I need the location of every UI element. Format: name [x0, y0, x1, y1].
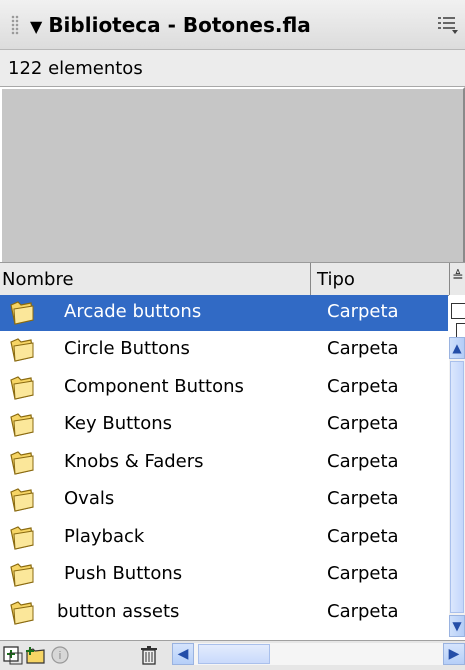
- item-type: Carpeta: [327, 413, 399, 434]
- column-name-label: Nombre: [2, 269, 74, 290]
- drag-grip-icon[interactable]: [11, 15, 19, 35]
- list-item[interactable]: Ovals Carpeta: [0, 482, 448, 518]
- new-folder-icon[interactable]: [24, 644, 46, 666]
- vertical-scroll-thumb[interactable]: [450, 361, 464, 613]
- folder-icon: [10, 451, 34, 475]
- item-name: Ovals: [64, 488, 115, 509]
- item-type: Carpeta: [327, 601, 399, 622]
- horizontal-scrollbar[interactable]: ◀ ▶: [172, 641, 465, 667]
- column-type-label: Tipo: [317, 269, 355, 290]
- folder-icon: [10, 488, 34, 512]
- column-header: Nombre Tipo ≜: [0, 262, 465, 296]
- list-item[interactable]: Playback Carpeta: [0, 520, 448, 556]
- item-type: Carpeta: [327, 338, 399, 359]
- folder-icon: [10, 376, 34, 400]
- list-item[interactable]: button assets Carpeta: [0, 595, 448, 631]
- item-name: Component Buttons: [64, 376, 244, 397]
- list-item[interactable]: Circle Buttons Carpeta: [0, 332, 448, 368]
- list-item[interactable]: Knobs & Faders Carpeta: [0, 445, 448, 481]
- panel-titlebar[interactable]: ▼ Biblioteca - Botones.fla: [0, 0, 465, 50]
- scroll-up-icon[interactable]: ▲: [449, 337, 465, 359]
- properties-icon[interactable]: i: [49, 644, 71, 666]
- triangle-down-icon[interactable]: ▼: [30, 17, 42, 36]
- folder-icon: [10, 338, 34, 362]
- item-name: Arcade buttons: [64, 301, 202, 322]
- item-type: Carpeta: [327, 376, 399, 397]
- item-name: button assets: [57, 601, 180, 622]
- item-type: Carpeta: [327, 488, 399, 509]
- new-symbol-icon[interactable]: [2, 644, 24, 666]
- horizontal-scroll-thumb[interactable]: [198, 644, 270, 664]
- folder-icon: [10, 601, 34, 625]
- item-type: Carpeta: [327, 563, 399, 584]
- item-type: Carpeta: [327, 301, 399, 322]
- item-name: Knobs & Faders: [64, 451, 204, 472]
- library-list: Arcade buttons Carpeta Circle Buttons Ca…: [0, 295, 448, 640]
- item-name: Circle Buttons: [64, 338, 190, 359]
- list-item[interactable]: Key Buttons Carpeta: [0, 407, 448, 443]
- folder-icon: [10, 563, 34, 587]
- item-name: Playback: [64, 526, 145, 547]
- sort-order-icon[interactable]: ≜: [452, 269, 464, 285]
- panel-title[interactable]: ▼ Biblioteca - Botones.fla: [30, 13, 311, 37]
- item-count: 122 elementos: [8, 58, 143, 79]
- preview-area: [0, 87, 465, 264]
- folder-icon: [10, 301, 34, 325]
- panel-menu-icon[interactable]: [437, 15, 459, 35]
- list-item[interactable]: Arcade buttons Carpeta: [0, 295, 448, 331]
- item-name: Push Buttons: [64, 563, 183, 584]
- library-panel: ▼ Biblioteca - Botones.fla 122 elementos …: [0, 0, 465, 670]
- item-type: Carpeta: [327, 451, 399, 472]
- svg-text:i: i: [59, 650, 61, 662]
- item-name: Key Buttons: [64, 413, 173, 434]
- panel-title-text: Biblioteca - Botones.fla: [48, 13, 311, 37]
- item-count-bar: 122 elementos: [0, 50, 465, 87]
- column-header-type[interactable]: Tipo: [311, 263, 450, 295]
- column-header-name[interactable]: Nombre: [0, 263, 311, 295]
- folder-icon: [10, 413, 34, 437]
- item-type: Carpeta: [327, 526, 399, 547]
- scroll-left-icon[interactable]: ◀: [172, 643, 194, 665]
- delete-trash-icon[interactable]: [138, 644, 160, 666]
- list-item[interactable]: Component Buttons Carpeta: [0, 370, 448, 406]
- folder-icon: [10, 526, 34, 550]
- scroll-right-icon[interactable]: ▶: [443, 643, 465, 665]
- list-item[interactable]: Push Buttons Carpeta: [0, 557, 448, 593]
- vertical-scrollbar[interactable]: ▲ ▼: [449, 337, 465, 637]
- wide-view-button[interactable]: [451, 303, 465, 319]
- scroll-down-icon[interactable]: ▼: [449, 615, 465, 637]
